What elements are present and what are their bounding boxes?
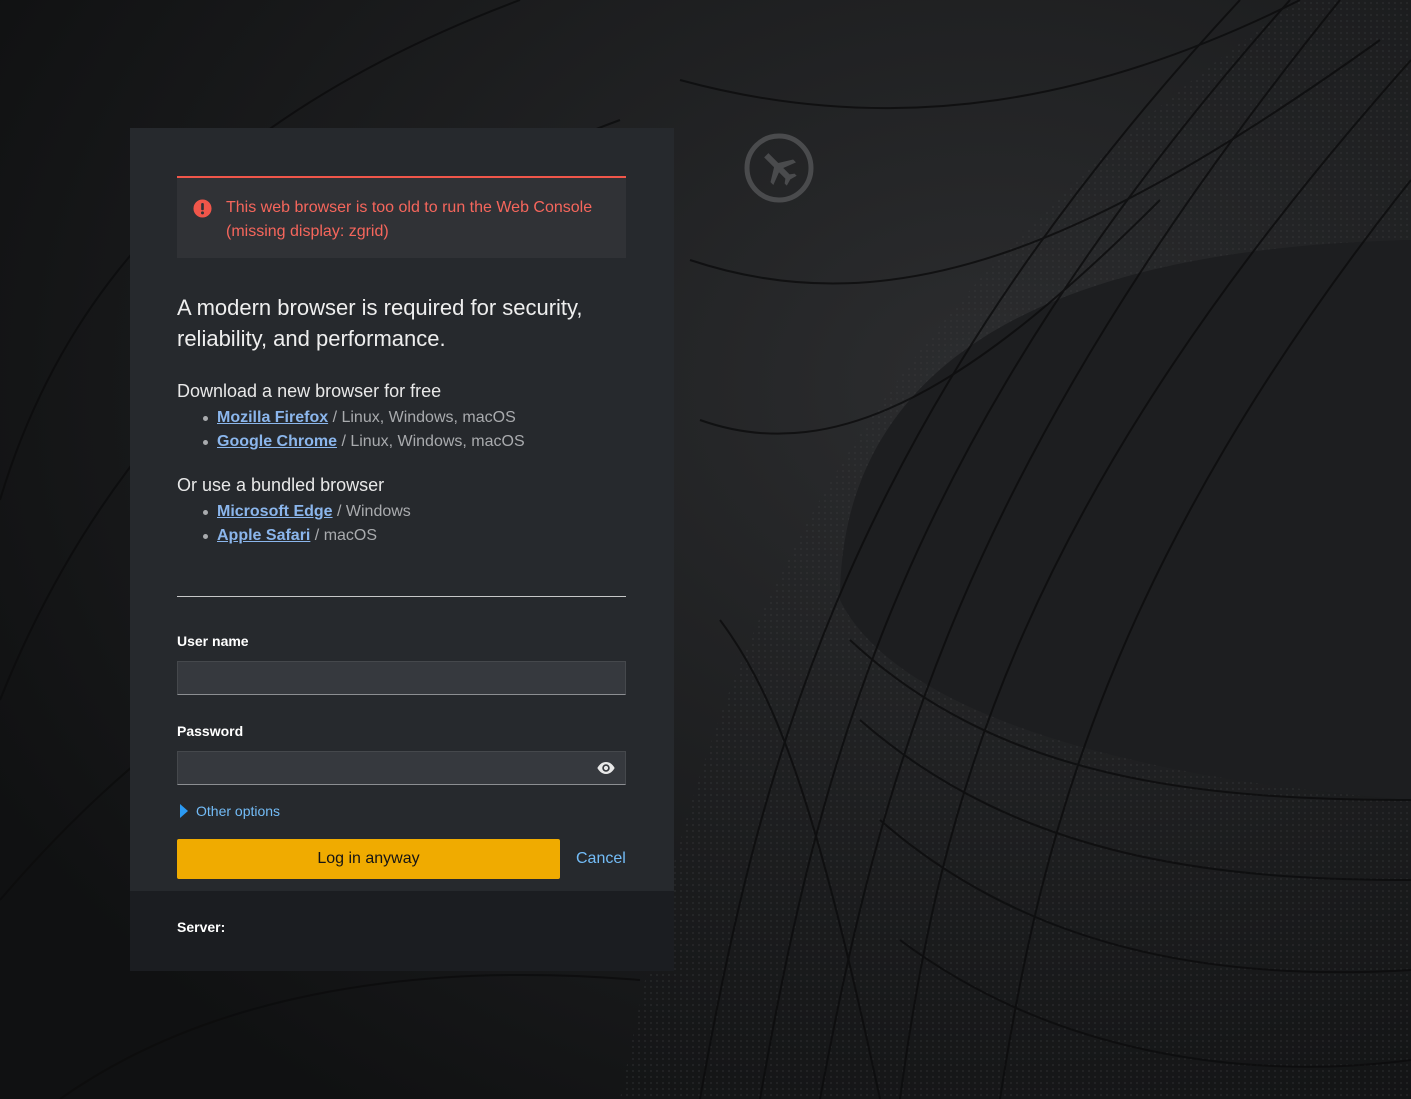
exclamation-circle-icon: [193, 199, 212, 218]
firefox-link[interactable]: Mozilla Firefox: [217, 409, 328, 426]
login-footer: Server:: [130, 891, 674, 971]
edge-link[interactable]: Microsoft Edge: [217, 503, 333, 520]
list-item: Apple Safari / macOS: [202, 524, 626, 548]
password-label: Password: [177, 723, 244, 739]
login-card: This web browser is too old to run the W…: [130, 128, 674, 891]
other-options-toggle[interactable]: Other options: [177, 803, 626, 819]
list-item: Google Chrome / Linux, Windows, macOS: [202, 430, 626, 454]
browser-requirement-lead: A modern browser is required for securit…: [177, 295, 583, 351]
server-label: Server:: [177, 919, 226, 935]
download-browser-list: Mozilla Firefox / Linux, Windows, macOS …: [177, 406, 626, 454]
username-input[interactable]: [178, 662, 625, 694]
password-input[interactable]: [178, 752, 625, 784]
cancel-button[interactable]: Cancel: [576, 850, 626, 868]
brand-logo: [744, 133, 814, 203]
username-label: User name: [177, 633, 249, 649]
username-field-wrapper: [177, 661, 626, 695]
login-actions: Log in anyway Cancel: [177, 839, 626, 879]
bundled-browser-list: Microsoft Edge / Windows Apple Safari / …: [177, 500, 626, 548]
safari-link[interactable]: Apple Safari: [217, 527, 310, 544]
section-divider: [177, 596, 626, 597]
eye-icon[interactable]: [597, 760, 615, 776]
other-options-label: Other options: [196, 803, 281, 819]
safari-platforms: / macOS: [310, 527, 378, 544]
edge-platforms: / Windows: [332, 503, 411, 520]
password-field-wrapper: [177, 751, 626, 785]
browser-warning-alert: This web browser is too old to run the W…: [177, 176, 626, 258]
chrome-link[interactable]: Google Chrome: [217, 433, 337, 450]
chrome-platforms: / Linux, Windows, macOS: [337, 433, 525, 450]
list-item: Microsoft Edge / Windows: [202, 500, 626, 524]
list-item: Mozilla Firefox / Linux, Windows, macOS: [202, 406, 626, 430]
firefox-platforms: / Linux, Windows, macOS: [328, 409, 516, 426]
download-section-title: Download a new browser for free: [177, 381, 442, 401]
login-button[interactable]: Log in anyway: [177, 839, 560, 879]
plane-logo-icon: [744, 133, 814, 203]
caret-right-icon: [180, 804, 188, 818]
bundled-section-title: Or use a bundled browser: [177, 475, 385, 495]
alert-message: This web browser is too old to run the W…: [226, 199, 593, 240]
